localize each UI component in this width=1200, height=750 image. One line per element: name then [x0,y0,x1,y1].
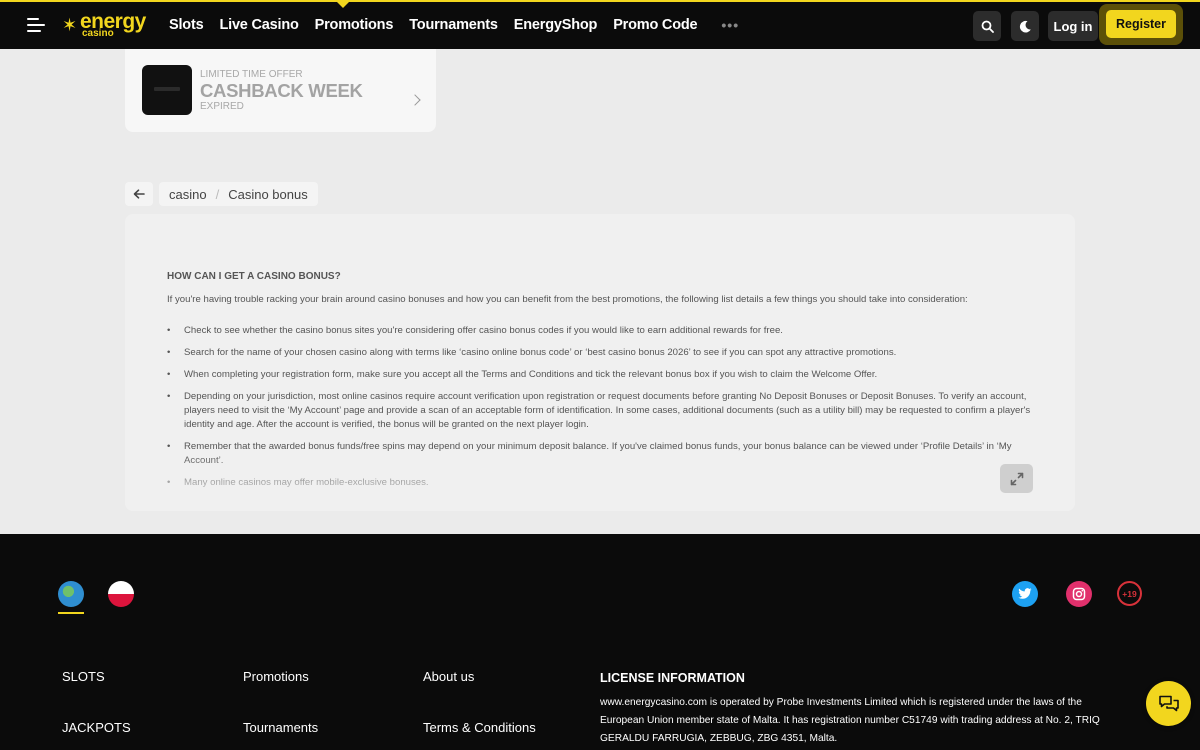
article-intro: If you're having trouble racking your br… [167,294,968,305]
hamburger-menu-icon[interactable] [27,18,45,32]
register-button[interactable]: Register [1106,10,1176,38]
footer-link-promotions[interactable]: Promotions [243,669,309,684]
list-item: Depending on your jurisdiction, most onl… [167,390,1037,432]
chat-bubbles-icon [1158,695,1179,711]
twitter-icon[interactable] [1012,581,1038,607]
language-globe-icon[interactable] [58,581,84,607]
footer-link-jackpots[interactable]: JACKPOTS [62,720,131,735]
top-navigation-bar: ✶ energy casino Slots Live Casino Promot… [0,0,1200,49]
promo-title: CASHBACK WEEK [200,80,363,101]
back-button[interactable] [125,182,153,206]
footer-link-about-us[interactable]: About us [423,669,474,684]
nav-tournaments[interactable]: Tournaments [409,17,498,33]
promo-kicker: LIMITED TIME OFFER [200,69,303,80]
nav-energyshop[interactable]: EnergyShop [514,17,598,33]
login-button[interactable]: Log in [1048,11,1098,41]
footer-link-terms[interactable]: Terms & Conditions [423,720,536,735]
search-button[interactable] [973,11,1001,41]
language-poland-flag-icon[interactable] [108,581,134,607]
search-icon [981,20,994,33]
expand-icon [1010,472,1023,485]
chevron-right-icon [409,94,421,106]
list-item: Many online casinos may offer mobile-exc… [167,476,1037,490]
list-item: Remember that the awarded bonus funds/fr… [167,440,1037,468]
article-card: HOW CAN I GET A CASINO BONUS? If you're … [125,214,1075,511]
breadcrumb-separator: / [215,186,220,202]
list-item: Search for the name of your chosen casin… [167,346,1037,360]
nav-promotions[interactable]: Promotions [315,17,394,33]
license-text: www.energycasino.com is operated by Prob… [600,697,1100,744]
article-heading: HOW CAN I GET A CASINO BONUS? [167,271,341,282]
age-restriction-badge: +19 [1117,581,1142,606]
nav-slots[interactable]: Slots [169,17,204,33]
list-item: Check to see whether the casino bonus si… [167,324,1037,338]
active-language-indicator [58,612,84,614]
twitter-bird-icon [1018,588,1032,599]
live-chat-button[interactable] [1146,681,1191,726]
active-nav-caret [337,2,349,8]
main-nav: Slots Live Casino Promotions Tournaments… [169,17,755,33]
footer-link-slots[interactable]: SLOTS [62,669,105,684]
energycasino-logo[interactable]: ✶ energy casino [62,11,157,41]
dark-mode-toggle[interactable] [1011,11,1039,41]
instagram-icon[interactable] [1066,581,1092,607]
footer: +19 SLOTS JACKPOTS Promotions Tournament… [0,534,1200,750]
expand-button[interactable] [1000,464,1033,493]
list-item: When completing your registration form, … [167,368,1037,382]
logo-star-icon: ✶ [62,15,78,35]
license-title: LICENSE INFORMATION [600,671,745,685]
breadcrumb: casino / Casino bonus [159,182,318,206]
footer-link-tournaments[interactable]: Tournaments [243,720,318,735]
promo-status: EXPIRED [200,101,244,112]
nav-live-casino[interactable]: Live Casino [219,17,298,33]
nav-more-icon[interactable]: ••• [721,17,739,33]
breadcrumb-casino[interactable]: casino [169,187,207,202]
promo-card[interactable]: LIMITED TIME OFFER CASHBACK WEEK EXPIRED [125,49,436,132]
arrow-left-icon [133,189,145,199]
moon-icon [1019,20,1031,33]
promo-thumbnail [142,65,192,115]
nav-promo-code[interactable]: Promo Code [613,17,697,33]
article-bullet-list: Check to see whether the casino bonus si… [167,324,1037,498]
logo-word-casino: casino [82,28,114,39]
breadcrumb-casino-bonus[interactable]: Casino bonus [228,187,308,202]
instagram-camera-icon [1072,587,1086,601]
